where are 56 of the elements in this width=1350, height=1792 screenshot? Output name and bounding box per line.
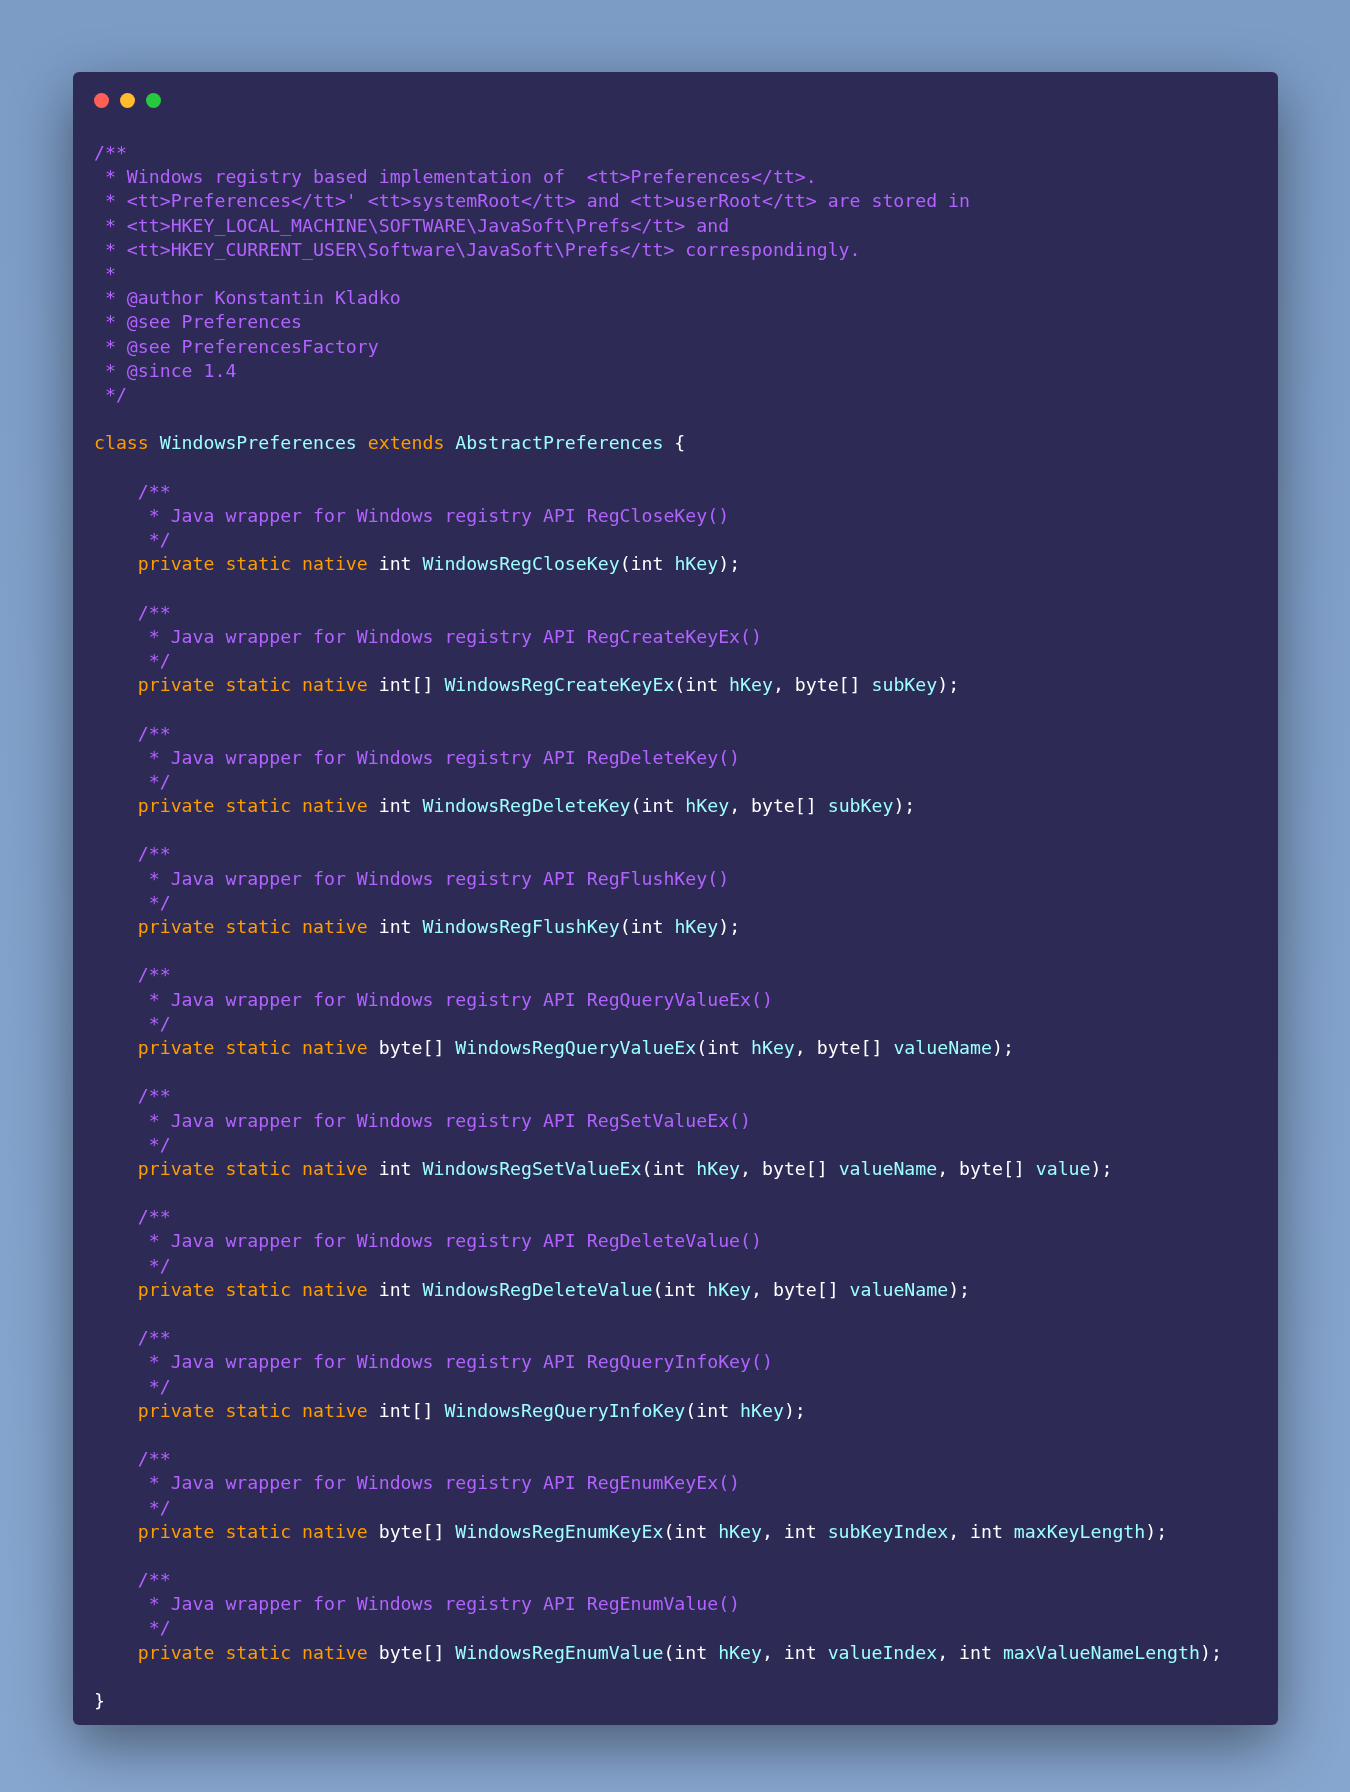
code-line: */ xyxy=(147,528,171,552)
code-line: private static native int WindowsRegCloseKey(int hKey); xyxy=(136,552,741,577)
code-line: private static native byte[] WindowsRegEnumKeyEx(int hKey, int subKeyIndex, int maxKeyLength); xyxy=(136,1519,1168,1544)
code-line: } xyxy=(94,1689,105,1713)
code-line: * @author Konstantin Kladko xyxy=(103,286,401,311)
window-control-dot[interactable] xyxy=(94,93,109,108)
code-line: * Java wrapper for Windows registry API RegDeleteKey() xyxy=(147,745,741,770)
code-line: private static native byte[] WindowsRegQueryValueEx(int hKey, byte[] valueName); xyxy=(136,1035,1014,1060)
code-line: */ xyxy=(147,1374,171,1399)
code-line: * @see PreferencesFactory xyxy=(103,334,379,359)
code-line: /** xyxy=(136,1084,171,1109)
code-line: /** xyxy=(136,600,171,625)
window-control-dot[interactable] xyxy=(146,93,161,108)
code-line: * @since 1.4 xyxy=(103,358,237,383)
code-line: */ xyxy=(147,769,171,794)
code-line: /** xyxy=(94,141,127,165)
code-line: * Java wrapper for Windows registry API RegEnumValue() xyxy=(147,1592,741,1617)
code-line: /** xyxy=(136,963,171,988)
code-line: private static native int[] WindowsRegQueryInfoKey(int hKey); xyxy=(136,1398,806,1423)
code-line: private static native int WindowsRegFlushKey(int hKey); xyxy=(136,915,741,939)
code-line: * <tt>Preferences</tt>' <tt>systemRoot</tt> and <tt>userRoot</tt> are stored in xyxy=(103,189,970,214)
code-line: /** xyxy=(136,1568,171,1593)
code-line: private static native int WindowsRegSetValueEx(int hKey, byte[] valueName, byte[] value); xyxy=(136,1156,1113,1181)
code-line: private static native int WindowsRegDeleteKey(int hKey, byte[] subKey); xyxy=(136,794,916,819)
code-line: * xyxy=(103,261,116,286)
code-line: * @see Preferences xyxy=(103,310,303,335)
code-line: * Windows registry based implementation of <tt>Preferences</tt>. xyxy=(103,165,817,190)
code-line: * Java wrapper for Windows registry API RegCreateKeyEx() xyxy=(147,624,762,649)
code-line: /** xyxy=(136,1447,171,1472)
code-line: * Java wrapper for Windows registry API RegDeleteValue() xyxy=(147,1229,762,1254)
code-line: */ xyxy=(147,1011,171,1036)
code-line: * <tt>HKEY_LOCAL_MACHINE\SOFTWARE\JavaSoft\Prefs</tt> and xyxy=(103,213,730,238)
code-line: private static native int WindowsRegDeleteValue(int hKey, byte[] valueName); xyxy=(136,1277,971,1302)
code-line: * <tt>HKEY_CURRENT_USER\Software\JavaSoft\Prefs</tt> correspondingly. xyxy=(103,237,861,262)
code-line: * Java wrapper for Windows registry API RegFlushKey() xyxy=(147,866,730,891)
code-line: * Java wrapper for Windows registry API RegQueryValueEx() xyxy=(147,987,773,1012)
code-line: */ xyxy=(147,1253,171,1278)
code-line: */ xyxy=(103,382,127,407)
code-line: private static native byte[] WindowsRegEnumValue(int hKey, int valueIndex, int maxValueNameLength); xyxy=(136,1640,1222,1665)
code-line: * Java wrapper for Windows registry API RegQueryInfoKey() xyxy=(147,1350,773,1375)
code-line: /** xyxy=(136,721,171,746)
code-line: */ xyxy=(147,890,171,915)
code-line: private static native int[] WindowsRegCreateKeyEx(int hKey, byte[] subKey); xyxy=(136,673,960,698)
code-line: /** xyxy=(136,842,171,867)
code-line: */ xyxy=(147,1495,171,1520)
code-line: * Java wrapper for Windows registry API RegEnumKeyEx() xyxy=(147,1471,741,1496)
code-line: */ xyxy=(147,648,171,673)
code-line: /** xyxy=(136,1205,171,1230)
code-line: * Java wrapper for Windows registry API RegCloseKey() xyxy=(147,503,730,528)
window-control-dot[interactable] xyxy=(120,93,135,108)
code-line: * Java wrapper for Windows registry API RegSetValueEx() xyxy=(147,1108,751,1133)
code-line: */ xyxy=(147,1616,171,1641)
code-line: class WindowsPreferences extends AbstractPreferences { xyxy=(94,431,686,456)
code-line: */ xyxy=(147,1132,171,1157)
code-line: /** xyxy=(136,1326,171,1351)
code-line: /** xyxy=(136,479,171,504)
